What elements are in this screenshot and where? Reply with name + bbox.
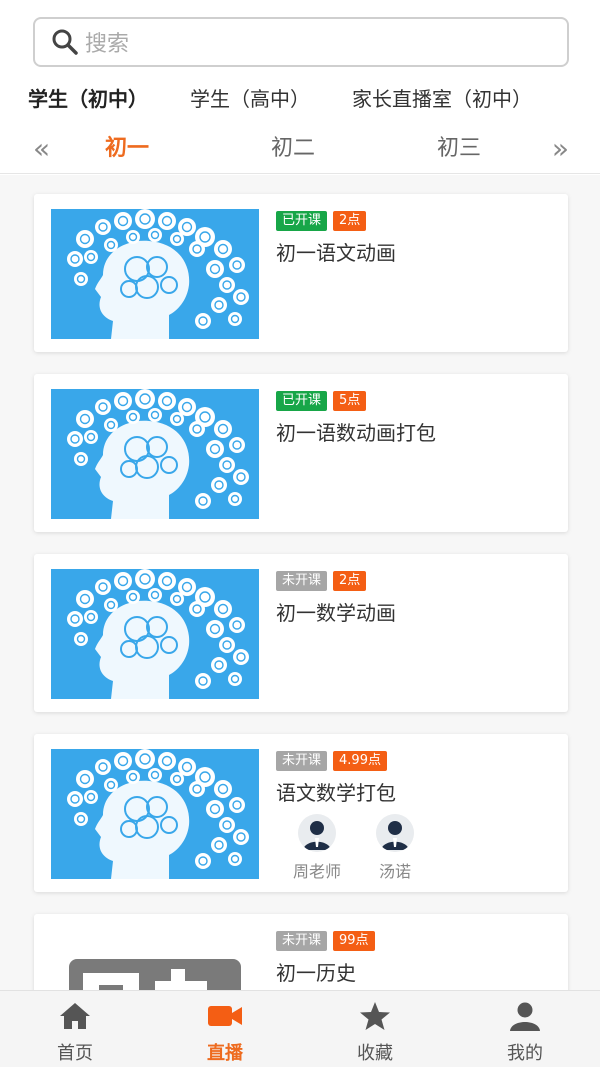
teacher-name: 汤诺 xyxy=(378,862,411,881)
points-badge: 2点 xyxy=(333,571,367,591)
grade-selector: « 初一 初二 初三 » xyxy=(0,128,600,174)
tab-live[interactable]: 直播 xyxy=(150,991,300,1067)
tab-live-label: 直播 xyxy=(207,1043,243,1064)
course-title: 初一数学动画 xyxy=(276,601,396,625)
teacher-item[interactable]: 汤诺 xyxy=(360,814,430,882)
points-badge: 4.99点 xyxy=(333,751,387,771)
status-badge: 已开课 xyxy=(276,391,328,411)
course-title: 初一语文动画 xyxy=(276,241,396,265)
teacher-avatar-icon xyxy=(376,814,414,852)
chevron-right-icon[interactable]: » xyxy=(552,134,569,164)
status-badge: 未开课 xyxy=(276,931,328,951)
course-card[interactable]: 未开课 2点 初一数学动画 xyxy=(34,554,568,712)
grade-tab-2[interactable]: 初二 xyxy=(271,134,315,164)
teacher-list: 周老师 汤诺 xyxy=(282,814,438,882)
search-icon xyxy=(51,27,81,57)
video-camera-icon xyxy=(207,1001,243,1031)
tab-favorites-label: 收藏 xyxy=(357,1043,393,1064)
course-thumbnail xyxy=(51,929,259,990)
points-badge: 2点 xyxy=(333,211,367,231)
tab-favorites[interactable]: 收藏 xyxy=(300,991,450,1067)
grade-tab-3[interactable]: 初三 xyxy=(437,134,481,164)
brain-illustration xyxy=(67,749,249,879)
course-thumbnail xyxy=(51,749,259,879)
teacher-name: 周老师 xyxy=(292,862,341,881)
status-badge: 未开课 xyxy=(276,751,328,771)
tab-mine[interactable]: 我的 xyxy=(450,991,600,1067)
brain-illustration xyxy=(67,389,249,519)
person-icon xyxy=(507,1001,543,1031)
chevron-left-icon[interactable]: « xyxy=(33,134,50,164)
course-card[interactable]: 已开课 5点 初一语数动画打包 xyxy=(34,374,568,532)
home-icon xyxy=(57,1001,93,1031)
tab-student-junior[interactable]: 学生（初中） xyxy=(28,80,148,118)
course-title: 初一历史 xyxy=(276,961,356,985)
brain-illustration xyxy=(67,569,249,699)
course-card[interactable]: 未开课 99点 初一历史 xyxy=(34,914,568,990)
status-badge: 未开课 xyxy=(276,571,328,591)
course-list: 已开课 2点 初一语文动画 已开课 5点 初一语数动画打包 未开课 2点 初一数… xyxy=(0,175,600,990)
grade-tab-1[interactable]: 初一 xyxy=(105,134,149,164)
points-badge: 99点 xyxy=(333,931,375,951)
teacher-item[interactable]: 周老师 xyxy=(282,814,352,882)
search-input[interactable]: 搜索 xyxy=(33,17,569,67)
tab-home-label: 首页 xyxy=(57,1043,93,1064)
course-card[interactable]: 未开课 4.99点 语文数学打包 周老师 汤诺 xyxy=(34,734,568,892)
tab-mine-label: 我的 xyxy=(507,1043,543,1064)
teacher-avatar-icon xyxy=(298,814,336,852)
category-tabs: 学生（初中） 学生（高中） 家长直播室（初中） xyxy=(0,80,600,120)
search-placeholder: 搜索 xyxy=(85,32,130,57)
bottom-tab-bar: 首页 直播 收藏 我的 xyxy=(0,990,600,1067)
star-icon xyxy=(357,1001,393,1031)
course-title: 初一语数动画打包 xyxy=(276,421,436,445)
course-title: 语文数学打包 xyxy=(276,781,396,805)
brain-illustration xyxy=(67,209,249,339)
points-badge: 5点 xyxy=(333,391,367,411)
course-card[interactable]: 已开课 2点 初一语文动画 xyxy=(34,194,568,352)
course-thumbnail xyxy=(51,569,259,699)
tab-student-senior[interactable]: 学生（高中） xyxy=(190,80,310,118)
tab-home[interactable]: 首页 xyxy=(0,991,150,1067)
status-badge: 已开课 xyxy=(276,211,328,231)
course-thumbnail xyxy=(51,209,259,339)
tab-parent-live-room[interactable]: 家长直播室（初中） xyxy=(352,80,532,118)
course-thumbnail xyxy=(51,389,259,519)
